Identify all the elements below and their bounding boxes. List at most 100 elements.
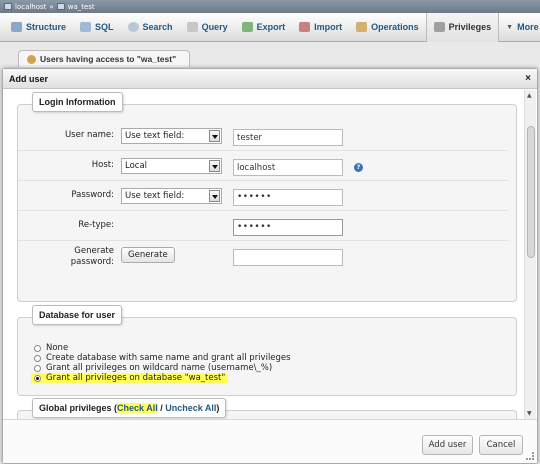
tab-more[interactable]: ▼ More <box>499 13 540 42</box>
tab-label: Import <box>314 22 343 32</box>
tab-label: More <box>517 22 539 32</box>
username-select-value: Use text field: <box>125 131 185 141</box>
generate-label-line1: Generate <box>74 246 114 256</box>
username-select[interactable]: Use text field: <box>121 128 222 144</box>
breadcrumb-separator: » <box>49 2 54 11</box>
option-none[interactable]: None <box>34 343 68 353</box>
chevron-down-icon <box>209 190 220 202</box>
host-label: Host: <box>91 160 114 170</box>
check-all-link[interactable]: Check All <box>117 403 158 413</box>
retype-label: Re-type: <box>78 220 114 230</box>
users-access-tab[interactable]: Users having access to "wa_test" <box>18 50 190 67</box>
tab-search[interactable]: Search <box>121 13 180 42</box>
query-icon <box>186 22 198 32</box>
dialog-body: Login Information User name: Use text fi… <box>3 90 537 419</box>
password-label: Password: <box>71 190 114 200</box>
server-icon <box>4 3 12 10</box>
chevron-down-icon <box>209 160 220 172</box>
database-icon <box>56 3 65 10</box>
structure-icon <box>11 22 22 32</box>
tab-label: SQL <box>95 22 114 32</box>
database-for-user-fieldset: Database for user None Create database w… <box>17 305 517 396</box>
dialog-titlebar[interactable]: Add user × <box>3 69 537 89</box>
option-grant-database-label: Grant all privileges on database "wa_tes… <box>46 373 226 383</box>
tab-label: Search <box>142 22 173 32</box>
username-label: User name: <box>64 130 114 140</box>
database-for-user-legend: Database for user <box>32 305 123 325</box>
dialog-title: Add user <box>9 73 49 84</box>
users-access-label: Users having access to "wa_test" <box>40 54 177 64</box>
resize-grip-icon[interactable] <box>526 452 534 460</box>
option-grant-wildcard[interactable]: Grant all privileges on wildcard name (u… <box>34 363 272 373</box>
password-select[interactable]: Use text field: <box>121 188 222 204</box>
generate-row: Generate password: Generate <box>18 243 508 271</box>
radio-none[interactable] <box>34 344 41 352</box>
user-icon <box>27 54 36 64</box>
radio-grant-wildcard[interactable] <box>34 364 41 372</box>
help-icon[interactable]: ? <box>354 163 363 172</box>
close-icon[interactable]: × <box>525 73 531 84</box>
password-row: Password: Use text field: •••••• <box>18 183 508 211</box>
main-tab-bar: Structure SQL Search Query Export Import… <box>0 12 540 42</box>
add-user-dialog: Add user × Login Information User name: … <box>2 68 538 464</box>
tab-operations[interactable]: Operations <box>349 13 426 42</box>
chevron-down-icon <box>209 130 220 142</box>
username-input[interactable]: tester <box>233 129 343 146</box>
tab-import[interactable]: Import <box>292 13 349 42</box>
sql-icon <box>80 22 92 32</box>
global-privileges-legend: Global privileges (Check All / Uncheck A… <box>32 398 227 418</box>
tab-label: Export <box>256 22 286 32</box>
tab-query[interactable]: Query <box>180 13 235 42</box>
generate-password-label: Generate password: <box>71 246 114 268</box>
tab-label: Structure <box>26 22 67 32</box>
retype-row: Re-type: •••••• <box>18 213 508 241</box>
uncheck-all-link[interactable]: Uncheck All <box>165 403 216 413</box>
privileges-icon <box>433 22 445 32</box>
tab-label: Privileges <box>448 22 492 32</box>
breadcrumb: localhost » wa_test <box>0 0 540 13</box>
password-input[interactable]: •••••• <box>233 189 343 206</box>
generated-password-input[interactable] <box>233 249 343 266</box>
add-user-button[interactable]: Add user <box>422 435 473 455</box>
dialog-footer: Add user Cancel <box>3 419 537 463</box>
login-information-fieldset: Login Information User name: Use text fi… <box>17 92 517 302</box>
host-input[interactable]: localhost <box>233 159 343 176</box>
generate-label-line2: password: <box>70 257 114 267</box>
scroll-up-icon[interactable]: ▲ <box>527 92 532 99</box>
search-icon <box>127 22 139 32</box>
breadcrumb-database[interactable]: wa_test <box>68 3 95 11</box>
option-create-database[interactable]: Create database with same name and grant… <box>34 353 291 363</box>
host-select[interactable]: Local <box>121 158 222 174</box>
option-grant-wildcard-label: Grant all privileges on wildcard name (u… <box>46 363 273 373</box>
global-privileges-prefix: Global privileges ( <box>39 403 118 413</box>
generate-button[interactable]: Generate <box>121 247 175 263</box>
scroll-down-icon[interactable]: ▼ <box>527 410 532 417</box>
radio-create-database[interactable] <box>34 354 41 362</box>
tab-sql[interactable]: SQL <box>73 13 121 42</box>
global-privileges-suffix: ) <box>216 403 220 413</box>
tab-label: Operations <box>371 22 419 32</box>
cancel-button[interactable]: Cancel <box>479 435 523 455</box>
host-row: Host: Local localhost ? <box>18 153 508 181</box>
tab-export[interactable]: Export <box>235 13 293 42</box>
breadcrumb-server[interactable]: localhost <box>15 3 46 11</box>
import-icon <box>299 22 311 32</box>
wrench-icon <box>356 22 368 32</box>
tab-structure[interactable]: Structure <box>4 13 73 42</box>
retype-password-input[interactable]: •••••• <box>233 219 343 236</box>
chevron-down-icon: ▼ <box>506 23 514 31</box>
username-row: User name: Use text field: tester <box>18 123 508 151</box>
host-select-value: Local <box>125 161 148 171</box>
export-icon <box>241 22 253 32</box>
tab-privileges[interactable]: Privileges <box>425 12 500 42</box>
option-none-label: None <box>46 343 69 353</box>
password-select-value: Use text field: <box>125 191 185 201</box>
option-grant-database[interactable]: Grant all privileges on database "wa_tes… <box>31 373 229 383</box>
radio-grant-database[interactable] <box>34 374 41 382</box>
login-information-legend: Login Information <box>32 92 123 112</box>
global-privileges-fieldset: Global privileges (Check All / Uncheck A… <box>17 398 517 419</box>
dialog-scrollbar[interactable]: ▲ ▼ <box>524 90 536 419</box>
option-create-database-label: Create database with same name and grant… <box>46 353 291 363</box>
tab-label: Query <box>201 22 228 32</box>
scrollbar-thumb[interactable] <box>527 126 535 258</box>
